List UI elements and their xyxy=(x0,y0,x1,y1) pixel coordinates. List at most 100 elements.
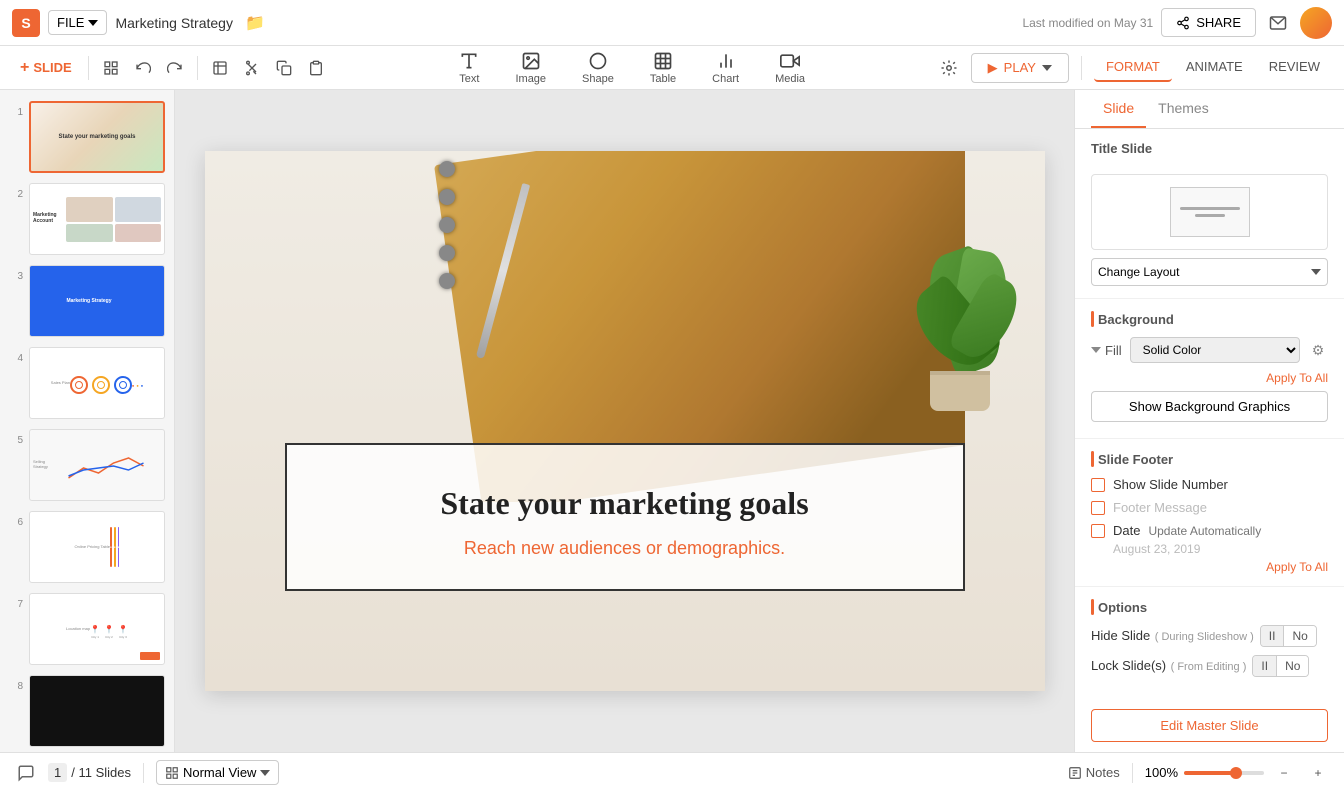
chart-tool[interactable]: Chart xyxy=(704,47,747,89)
footer-message-label: Footer Message xyxy=(1113,500,1207,515)
lock-slide-ii-btn[interactable]: II xyxy=(1253,656,1276,676)
tab-review[interactable]: REVIEW xyxy=(1257,53,1332,82)
slide-content: State your marketing goals Reach new aud… xyxy=(285,443,965,591)
current-page[interactable]: 1 xyxy=(48,763,67,782)
footer-section: Slide Footer Show Slide Number Footer Me… xyxy=(1075,438,1344,586)
share-button[interactable]: SHARE xyxy=(1161,8,1256,37)
right-panel-tabs: Slide Themes xyxy=(1075,90,1344,129)
view-selector[interactable]: Normal View xyxy=(156,760,279,785)
table-tool[interactable]: Table xyxy=(642,47,684,89)
zoom-out-icon[interactable]: − xyxy=(1270,759,1298,787)
slide-thumb-2[interactable]: 2 Marketing Account xyxy=(6,180,168,258)
mail-icon[interactable] xyxy=(1264,9,1292,37)
lock-slide-label: Lock Slide(s) xyxy=(1091,658,1166,673)
undo-icon[interactable] xyxy=(129,54,157,82)
tab-format[interactable]: FORMAT xyxy=(1094,53,1172,82)
footer-apply-all-link[interactable]: Apply To All xyxy=(1091,560,1328,574)
date-input[interactable] xyxy=(1148,524,1328,538)
app-logo: S xyxy=(12,9,40,37)
layout-line-1 xyxy=(1180,207,1240,210)
slide-thumb-8[interactable]: 8 xyxy=(6,672,168,750)
settings-icon[interactable] xyxy=(935,54,963,82)
add-slide-button[interactable]: + SLIDE xyxy=(12,55,80,81)
date-row: Date xyxy=(1091,523,1328,538)
layout-section: Title Slide Change Layout xyxy=(1075,129,1344,298)
avatar[interactable] xyxy=(1300,7,1332,39)
edit-master-button[interactable]: Edit Master Slide xyxy=(1091,709,1328,742)
fill-triangle-icon xyxy=(1091,347,1101,353)
slide-canvas[interactable]: State your marketing goals Reach new aud… xyxy=(205,151,1045,691)
footer-title: Slide Footer xyxy=(1098,452,1173,467)
bottom-bar: 1 / 11 Slides Normal View Notes 100% − + xyxy=(0,752,1344,792)
last-modified: Last modified on May 31 xyxy=(1022,16,1153,30)
footer-message-row: Footer Message xyxy=(1091,500,1328,515)
fill-row: Fill Solid Color Gradient Image Pattern … xyxy=(1091,337,1328,363)
tab-slide[interactable]: Slide xyxy=(1091,90,1146,128)
lock-slide-row: Lock Slide(s) ( From Editing ) II No xyxy=(1091,655,1328,677)
lock-slide-no-btn[interactable]: No xyxy=(1277,656,1308,676)
date-value: August 23, 2019 xyxy=(1091,542,1328,556)
zoom-control: 100% − + xyxy=(1145,759,1332,787)
grid-icon[interactable] xyxy=(206,54,234,82)
show-slide-number-label: Show Slide Number xyxy=(1113,477,1228,492)
layout-view-icon[interactable] xyxy=(97,54,125,82)
change-layout-button[interactable]: Change Layout xyxy=(1091,258,1328,286)
show-background-button[interactable]: Show Background Graphics xyxy=(1091,391,1328,422)
layout-preview xyxy=(1091,174,1328,250)
background-title: Background xyxy=(1098,312,1174,327)
zoom-slider[interactable] xyxy=(1184,771,1264,775)
top-bar: S FILE Marketing Strategy 📁 Last modifie… xyxy=(0,0,1344,46)
notes-label: Notes xyxy=(1086,765,1120,780)
media-tool[interactable]: Media xyxy=(767,47,813,89)
zoom-thumb[interactable] xyxy=(1230,767,1242,779)
redo-icon[interactable] xyxy=(161,54,189,82)
notes-button[interactable]: Notes xyxy=(1068,765,1120,780)
tab-animate[interactable]: ANIMATE xyxy=(1174,53,1255,82)
show-slide-number-row: Show Slide Number xyxy=(1091,477,1328,492)
date-label: Date xyxy=(1113,523,1140,538)
slide-thumb-1[interactable]: 1 State your marketing goals xyxy=(6,98,168,176)
right-panel: Slide Themes Title Slide Change Layout xyxy=(1074,90,1344,752)
fill-select[interactable]: Solid Color Gradient Image Pattern xyxy=(1130,337,1300,363)
canvas-area: State your marketing goals Reach new aud… xyxy=(175,90,1074,752)
file-button[interactable]: FILE xyxy=(48,10,107,35)
hide-slide-sublabel: ( During Slideshow ) xyxy=(1155,631,1254,643)
slide-thumb-3[interactable]: 3 Marketing Strategy xyxy=(6,262,168,340)
zoom-in-icon[interactable]: + xyxy=(1304,759,1332,787)
options-section: Options Hide Slide ( During Slideshow ) … xyxy=(1075,586,1344,697)
cut-icon[interactable] xyxy=(238,54,266,82)
comment-icon[interactable] xyxy=(12,759,40,787)
footer-red-accent xyxy=(1091,451,1094,467)
fill-label: Fill xyxy=(1091,343,1122,358)
show-slide-number-checkbox[interactable] xyxy=(1091,478,1105,492)
shape-tool[interactable]: Shape xyxy=(574,47,622,89)
page-total: / 11 Slides xyxy=(71,765,131,780)
hide-slide-no-btn[interactable]: No xyxy=(1284,626,1315,646)
apply-all-link[interactable]: Apply To All xyxy=(1091,371,1328,385)
folder-icon: 📁 xyxy=(245,13,265,33)
layout-line-2 xyxy=(1195,214,1225,217)
layout-title: Title Slide xyxy=(1091,141,1152,156)
tab-themes[interactable]: Themes xyxy=(1146,90,1221,128)
image-tool[interactable]: Image xyxy=(507,47,554,89)
document-title: Marketing Strategy xyxy=(115,15,233,31)
slide-panel: 1 State your marketing goals 2 Marketing… xyxy=(0,90,175,752)
options-title: Options xyxy=(1098,600,1147,615)
zoom-pct: 100% xyxy=(1145,765,1178,780)
date-checkbox[interactable] xyxy=(1091,524,1105,538)
hide-slide-label: Hide Slide xyxy=(1091,628,1150,643)
view-label: Normal View xyxy=(183,765,256,780)
paste-icon[interactable] xyxy=(302,54,330,82)
hide-slide-ii-btn[interactable]: II xyxy=(1261,626,1284,646)
footer-message-checkbox[interactable] xyxy=(1091,501,1105,515)
slide-thumb-7[interactable]: 7 Location map 📍 City 1 📍 City 2 📍 City … xyxy=(6,590,168,668)
play-button[interactable]: ▶ PLAY xyxy=(971,53,1069,83)
copy-icon[interactable] xyxy=(270,54,298,82)
main-content: 1 State your marketing goals 2 Marketing… xyxy=(0,90,1344,752)
text-tool[interactable]: Text xyxy=(451,47,487,89)
slide-thumb-4[interactable]: 4 Sales Plan ● ● ● xyxy=(6,344,168,422)
lock-slide-toggle: II No xyxy=(1252,655,1309,677)
fill-gear-icon[interactable]: ⚙ xyxy=(1308,340,1328,360)
slide-thumb-6[interactable]: 6 Online Pricing Table ● ● ● xyxy=(6,508,168,586)
slide-thumb-5[interactable]: 5 Selling Strategy xyxy=(6,426,168,504)
